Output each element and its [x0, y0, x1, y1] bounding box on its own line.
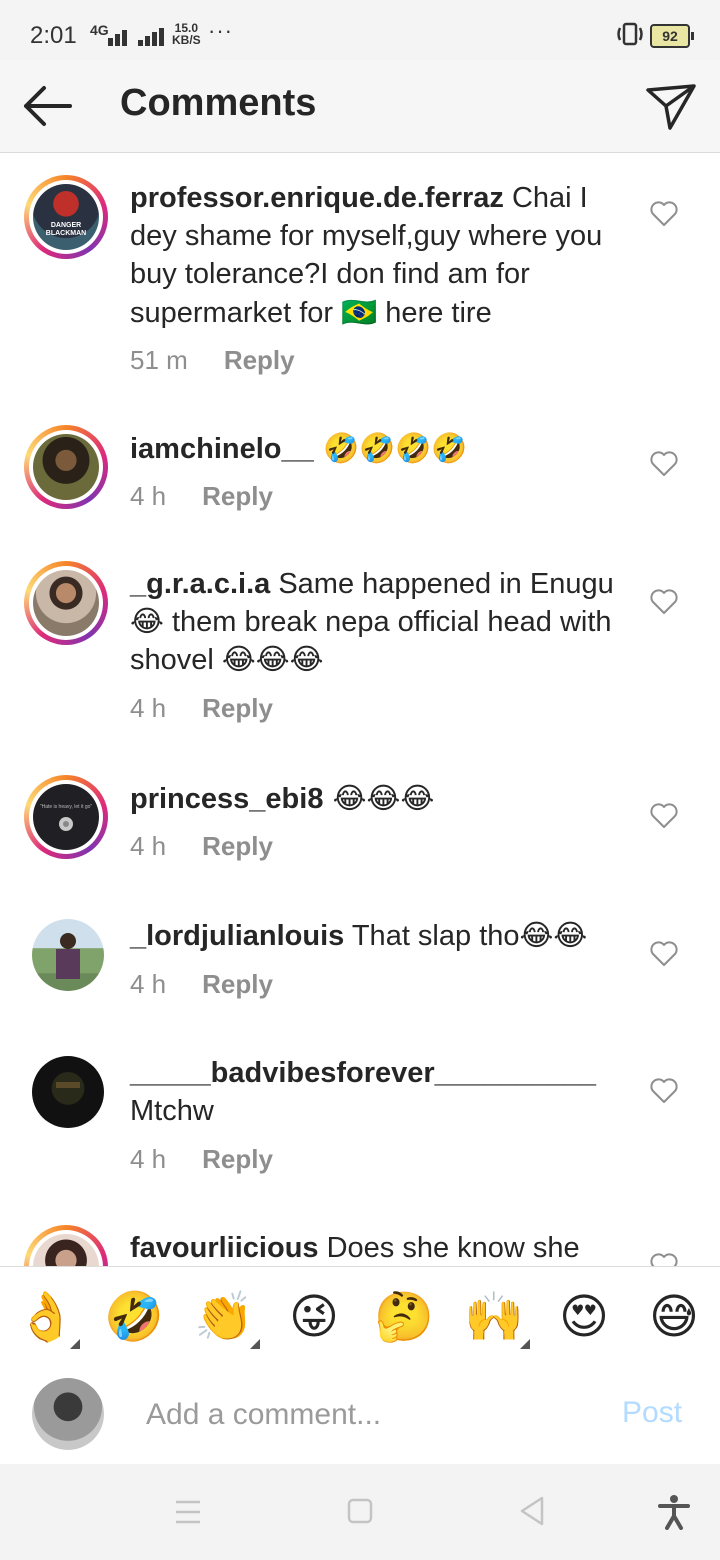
avatar-overlay-text: "Hate is heavy, let it go" [39, 804, 93, 810]
avatar[interactable]: "Hate is heavy, let it go" [24, 775, 108, 859]
comment-time: 4 h [130, 693, 167, 723]
network-speed-unit: KB/S [172, 33, 201, 47]
reply-button[interactable]: Reply [202, 693, 273, 723]
comment-text: favourliicious Does she know she [130, 1229, 630, 1266]
signal-strength-icon [104, 24, 164, 46]
clapping-emoji-button[interactable]: 👏 [194, 1287, 254, 1347]
like-heart-icon[interactable] [650, 589, 678, 615]
like-heart-icon[interactable] [650, 1253, 678, 1266]
sweat-smile-emoji-button[interactable]: 😅 [644, 1287, 704, 1347]
back-arrow-icon[interactable] [20, 84, 74, 128]
like-heart-icon[interactable] [650, 803, 678, 829]
avatar[interactable] [24, 425, 108, 509]
comment-meta: 51 m Reply [130, 345, 295, 376]
vibrate-icon [614, 22, 646, 52]
accessibility-icon[interactable] [654, 1494, 694, 1530]
comment-time: 4 h [130, 969, 167, 999]
more-notifications-icon: ··· [208, 18, 233, 43]
winking-tongue-emoji-button[interactable]: 😜 [284, 1287, 344, 1347]
quick-emoji-bar: 👌 🤣 👏 😜 🤔 🙌 😍 😅 [0, 1266, 720, 1366]
battery-icon: 92 [650, 24, 694, 48]
thinking-emoji-button[interactable]: 🤔 [374, 1287, 434, 1347]
comment-body: Mtchw [130, 1095, 214, 1127]
comment-time: 4 h [130, 481, 167, 511]
avatar[interactable] [32, 1056, 104, 1128]
comment-username[interactable]: _lordjulianlouis [130, 920, 344, 952]
like-heart-icon[interactable] [650, 451, 678, 477]
header: Comments [0, 60, 720, 153]
like-heart-icon[interactable] [650, 941, 678, 967]
direct-share-icon[interactable] [644, 80, 698, 134]
comment-body: 🤣🤣🤣🤣 [313, 431, 468, 465]
comment-text: _g.r.a.c.i.a Same happened in Enugu 😂 th… [130, 565, 630, 679]
comment-username[interactable]: princess_ebi8 [130, 783, 323, 815]
comment-composer: Post [0, 1364, 720, 1464]
comment-body: Does she know she [318, 1232, 580, 1264]
reply-button[interactable]: Reply [202, 1144, 273, 1174]
reply-button[interactable]: Reply [224, 345, 295, 375]
comments-list[interactable]: DANGER BLACKMAN professor.enrique.de.fer… [0, 153, 720, 1266]
flower-icon [59, 817, 73, 831]
raising-hands-emoji-button[interactable]: 🙌 [464, 1287, 524, 1347]
comment-text: professor.enrique.de.ferraz Chai I dey s… [130, 179, 630, 332]
like-heart-icon[interactable] [650, 201, 678, 227]
comment-body-end: here tire [377, 297, 492, 329]
page-title: Comments [120, 82, 317, 124]
avatar-overlay-text: DANGER BLACKMAN [45, 222, 87, 237]
comment-time: 51 m [130, 345, 188, 375]
reply-button[interactable]: Reply [202, 481, 273, 511]
skin-tone-indicator-icon [70, 1339, 80, 1349]
comment-meta: 4 h Reply [130, 693, 273, 724]
avatar[interactable]: DANGER BLACKMAN [24, 175, 108, 259]
rofl-emoji-button[interactable]: 🤣 [104, 1287, 164, 1347]
status-time: 2:01 [30, 22, 77, 49]
back-icon[interactable] [512, 1494, 552, 1530]
add-comment-input[interactable] [144, 1392, 588, 1438]
comment-text: _lordjulianlouis That slap tho😂😂 [130, 917, 630, 955]
comment-body: 😂😂😂 [323, 781, 435, 815]
comment-time: 4 h [130, 831, 167, 861]
avatar[interactable] [24, 1225, 108, 1266]
comment-username[interactable]: _g.r.a.c.i.a [130, 568, 270, 600]
current-user-avatar [32, 1378, 104, 1450]
skin-tone-indicator-icon [250, 1339, 260, 1349]
skin-tone-indicator-icon [520, 1339, 530, 1349]
network-speed: 15.0 KB/S [172, 22, 201, 46]
reply-button[interactable]: Reply [202, 831, 273, 861]
heart-eyes-emoji-button[interactable]: 😍 [554, 1287, 614, 1347]
system-navigation-bar [0, 1464, 720, 1560]
comment-meta: 4 h Reply [130, 969, 273, 1000]
avatar[interactable] [24, 561, 108, 645]
home-icon[interactable] [340, 1494, 380, 1530]
brazil-flag-icon: 🇧🇷 [341, 295, 378, 329]
reply-button[interactable]: Reply [202, 969, 273, 999]
ok-hand-emoji-button[interactable]: 👌 [16, 1287, 76, 1347]
comment-meta: 4 h Reply [130, 1144, 273, 1175]
comment-meta: 4 h Reply [130, 481, 273, 512]
comment-text: iamchinelo__ 🤣🤣🤣🤣 [130, 429, 630, 468]
menu-icon[interactable] [168, 1494, 208, 1530]
comment-text: princess_ebi8 😂😂😂 [130, 779, 630, 818]
status-bar: 2:01 4G 15.0 KB/S ··· 92 [0, 0, 720, 60]
avatar[interactable] [32, 919, 104, 991]
comment-username[interactable]: iamchinelo__ [130, 433, 314, 465]
comment-username[interactable]: professor.enrique.de.ferraz [130, 182, 504, 214]
comment-meta: 4 h Reply [130, 831, 273, 862]
comment-text: _____badvibesforever__________ Mtchw [130, 1054, 630, 1130]
post-button[interactable]: Post [622, 1396, 682, 1430]
comment-username[interactable]: favourliicious [130, 1232, 319, 1264]
like-heart-icon[interactable] [650, 1078, 678, 1104]
comment-time: 4 h [130, 1144, 167, 1174]
comment-username[interactable]: _____badvibesforever__________ [130, 1057, 596, 1089]
comment-body: That slap tho😂😂 [344, 920, 588, 952]
